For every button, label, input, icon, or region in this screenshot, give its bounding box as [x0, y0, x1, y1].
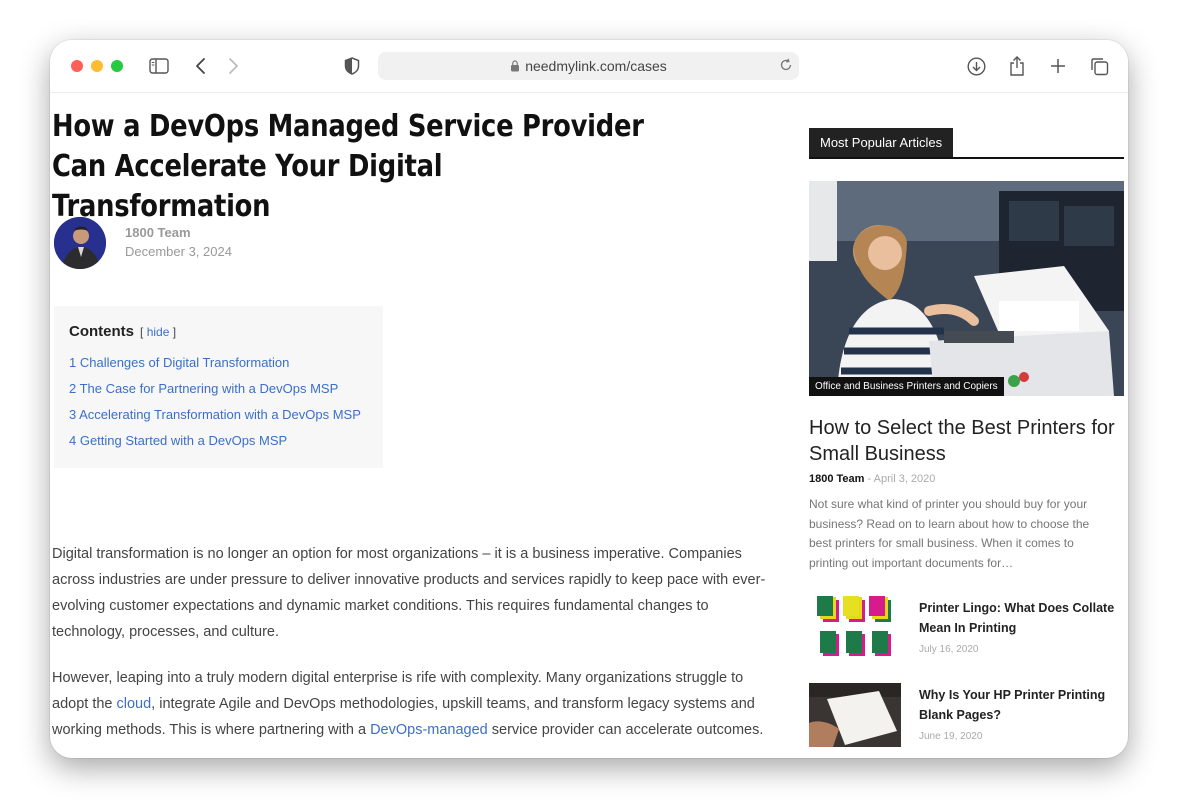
share-icon[interactable]	[1005, 53, 1029, 79]
featured-article-date: April 3, 2020	[873, 473, 936, 485]
forward-arrow-icon[interactable]	[222, 53, 244, 79]
sidebar-heading: Most Popular Articles	[809, 128, 1124, 159]
lock-icon	[510, 60, 520, 72]
download-icon[interactable]	[964, 53, 988, 79]
author-name[interactable]: 1800 Team	[125, 225, 191, 240]
privacy-shield-icon[interactable]	[340, 53, 364, 79]
list-item[interactable]: Why Is Your HP Printer Printing Blank Pa…	[809, 683, 1124, 753]
minimize-window-button[interactable]	[91, 60, 103, 72]
zoom-window-button[interactable]	[111, 60, 123, 72]
article-title: How a DevOps Managed Service Provider Ca…	[52, 109, 644, 224]
devops-managed-link[interactable]: DevOps-managed	[370, 722, 488, 738]
close-window-button[interactable]	[71, 60, 83, 72]
publish-date: December 3, 2024	[125, 244, 232, 259]
collate-thumbnail-image[interactable]	[809, 596, 901, 660]
toc-hide-link[interactable]: hide	[147, 325, 170, 339]
new-tab-plus-icon[interactable]	[1046, 53, 1070, 79]
toc-item-accelerating[interactable]: 3 Accelerating Transformation with a Dev…	[69, 407, 361, 422]
toc-item-getting-started[interactable]: 4 Getting Started with a DevOps MSP	[69, 433, 287, 448]
article-paragraph-1: Digital transformation is no longer an o…	[52, 546, 766, 640]
tab-overview-icon[interactable]	[1087, 53, 1111, 79]
list-item-title[interactable]: Why Is Your HP Printer Printing Blank Pa…	[919, 685, 1119, 725]
sidebar-toggle-icon[interactable]	[146, 53, 172, 79]
sidebar-heading-label: Most Popular Articles	[809, 128, 954, 157]
reload-icon[interactable]	[779, 58, 793, 75]
featured-article-meta: 1800 Team - April 3, 2020	[809, 473, 935, 485]
featured-article-excerpt: Not sure what kind of printer you should…	[809, 497, 1090, 570]
featured-article-author[interactable]: 1800 Team	[809, 473, 864, 485]
browser-toolbar: needmylink.com/cases	[50, 40, 1128, 93]
featured-article-image[interactable]: Office and Business Printers and Copiers	[809, 181, 1124, 396]
toc-item-case-for-partnering[interactable]: 2 The Case for Partnering with a DevOps …	[69, 381, 338, 396]
page-content: How a DevOps Managed Service Provider Ca…	[50, 93, 1128, 758]
meta-separator: -	[867, 473, 872, 485]
toc-hide-toggle: [ hide ]	[140, 325, 176, 339]
paragraph-2-text-3: service provider can accelerate outcomes…	[487, 722, 764, 738]
featured-article-title[interactable]: How to Select the Best Printers for Smal…	[809, 415, 1124, 467]
cloud-link[interactable]: cloud	[117, 696, 152, 712]
featured-category-badge[interactable]: Office and Business Printers and Copiers	[809, 377, 1004, 396]
browser-window: needmylink.com/cases How a DevOps Manage…	[50, 40, 1128, 758]
list-item-title[interactable]: Printer Lingo: What Does Collate Mean In…	[919, 598, 1119, 638]
url-text: needmylink.com/cases	[525, 58, 667, 74]
toc-title: Contents	[69, 323, 134, 340]
back-arrow-icon[interactable]	[190, 53, 212, 79]
list-item[interactable]: Printer Lingo: What Does Collate Mean In…	[809, 596, 1124, 666]
address-bar[interactable]: needmylink.com/cases	[378, 52, 799, 80]
table-of-contents: Contents [ hide ] 1 Challenges of Digita…	[54, 306, 383, 468]
list-item-date: July 16, 2020	[919, 644, 979, 655]
blank-pages-thumbnail-image[interactable]	[809, 683, 901, 747]
toc-bracket-open: [	[140, 325, 144, 339]
toc-item-challenges[interactable]: 1 Challenges of Digital Transformation	[69, 355, 289, 370]
author-avatar[interactable]	[54, 217, 106, 269]
toc-bracket-close: ]	[172, 325, 177, 339]
article-paragraph-2: However, leaping into a truly modern dig…	[52, 665, 782, 743]
list-item-date: June 19, 2020	[919, 731, 983, 742]
